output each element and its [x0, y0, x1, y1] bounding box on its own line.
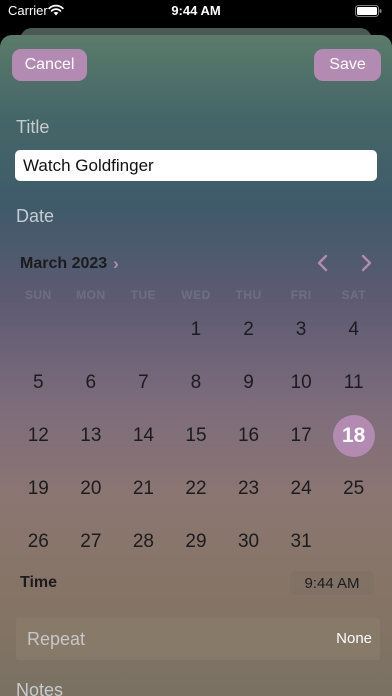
calendar-day-number: 31 [290, 530, 312, 552]
calendar-day[interactable]: 17 [275, 410, 328, 463]
calendar-day-number: 25 [343, 477, 365, 499]
calendar-day[interactable]: 13 [65, 410, 118, 463]
calendar-day-number: 19 [27, 477, 49, 499]
calendar-day-number: 30 [237, 530, 260, 552]
calendar-day[interactable]: 1 [170, 304, 223, 357]
previous-month-button[interactable] [313, 252, 333, 274]
calendar-day[interactable]: 14 [117, 410, 170, 463]
calendar-day[interactable]: 12 [12, 410, 65, 463]
weekday-header: SUN MON TUE WED THU FRI SAT [12, 288, 380, 302]
calendar-day[interactable]: 7 [117, 357, 170, 410]
calendar-day-number: 27 [80, 530, 102, 552]
calendar-day[interactable]: 31 [275, 515, 328, 568]
calendar-day-number: 13 [80, 424, 102, 446]
calendar-day-number: 5 [32, 372, 44, 394]
calendar-day-selected[interactable]: 18 [327, 410, 380, 463]
status-clock: 9:44 AM [171, 3, 221, 18]
calendar-day[interactable]: 10 [275, 357, 328, 410]
weekday-label: FRI [290, 288, 312, 302]
calendar-day-number: 17 [290, 424, 312, 446]
calendar-day[interactable]: 20 [65, 462, 118, 515]
calendar-day-number: 26 [27, 530, 49, 552]
calendar-day[interactable]: 8 [170, 357, 223, 410]
repeat-label: Repeat [27, 629, 86, 649]
weekday-label: SAT [341, 288, 367, 302]
cancel-button[interactable]: Cancel [12, 49, 87, 81]
chevron-right-icon: › [113, 254, 119, 273]
calendar-day[interactable]: 29 [170, 515, 223, 568]
calendar-grid: 1 2 3 4 5 6 7 8 9 10 11 12 13 14 15 16 17 18 19 20 21 22 23 24 2… [12, 304, 380, 568]
calendar-day-number: 29 [185, 530, 207, 552]
weekday-label: MON [76, 288, 106, 302]
calendar-day[interactable]: 22 [170, 462, 223, 515]
title-label: Title [16, 117, 50, 137]
calendar-day-number: 1 [190, 319, 202, 341]
calendar-day[interactable]: 21 [117, 462, 170, 515]
repeat-value: None [336, 630, 372, 647]
date-label: Date [16, 206, 55, 226]
calendar-day-number: 20 [80, 477, 102, 499]
calendar-day-number: 12 [27, 424, 49, 446]
time-label: Time [20, 574, 58, 591]
repeat-row[interactable]: Repeat None [16, 618, 380, 660]
calendar-day-number: 7 [138, 372, 149, 394]
time-picker-button[interactable]: 9:44 AM [290, 571, 374, 595]
calendar-day[interactable]: 19 [12, 462, 65, 515]
calendar-day[interactable]: 2 [222, 304, 275, 357]
calendar-day-number: 15 [185, 424, 207, 446]
calendar-day[interactable]: 24 [275, 462, 328, 515]
calendar-day-number: 23 [237, 477, 260, 499]
calendar-day[interactable]: 5 [12, 357, 65, 410]
calendar-day[interactable]: 23 [222, 462, 275, 515]
calendar-day-number: 11 [343, 372, 364, 394]
weekday-label: THU [235, 288, 262, 302]
calendar-day[interactable]: 4 [327, 304, 380, 357]
calendar-day[interactable]: 3 [275, 304, 328, 357]
calendar-day-number: 18 [332, 414, 375, 457]
calendar-day[interactable]: 15 [170, 410, 223, 463]
weekday-label: SUN [24, 288, 52, 302]
calendar-day[interactable]: 27 [65, 515, 118, 568]
calendar-day-number: 22 [185, 477, 207, 499]
calendar-day-number: 2 [243, 319, 254, 341]
add-event-sheet: Cancel Save Title Date March 2023 › SUN … [0, 35, 392, 696]
calendar-day[interactable]: 11 [327, 357, 380, 410]
calendar-day-number: 28 [132, 530, 154, 552]
calendar-day-number: 10 [290, 372, 312, 394]
weekday-label: WED [181, 288, 211, 302]
calendar-day[interactable]: 26 [12, 515, 65, 568]
calendar-day-number: 9 [243, 372, 254, 394]
status-bar: Carrier 9:44 AM [0, 0, 392, 22]
weekday-label: TUE [130, 288, 157, 302]
calendar-day-number: 6 [85, 372, 97, 394]
month-label: March 2023 [20, 255, 108, 272]
calendar-day[interactable]: 30 [222, 515, 275, 568]
calendar-day-number: 21 [132, 477, 154, 499]
calendar-day[interactable]: 6 [65, 357, 118, 410]
calendar-day[interactable]: 28 [117, 515, 170, 568]
notes-label: Notes [16, 680, 64, 696]
month-picker-button[interactable]: March 2023 › [20, 254, 119, 274]
calendar-day[interactable]: 25 [327, 462, 380, 515]
calendar-day[interactable]: 16 [222, 410, 275, 463]
calendar-day-number: 4 [348, 319, 359, 341]
calendar-day-number: 14 [132, 424, 154, 446]
calendar-day-number: 8 [190, 372, 202, 394]
calendar-day-number: 3 [295, 319, 307, 341]
title-input[interactable] [15, 150, 377, 181]
calendar-day-number: 24 [290, 477, 312, 499]
calendar-day[interactable]: 9 [222, 357, 275, 410]
battery-icon [355, 5, 382, 17]
calendar-day-number: 16 [237, 424, 260, 446]
save-button[interactable]: Save [314, 49, 381, 81]
next-month-button[interactable] [356, 252, 376, 274]
